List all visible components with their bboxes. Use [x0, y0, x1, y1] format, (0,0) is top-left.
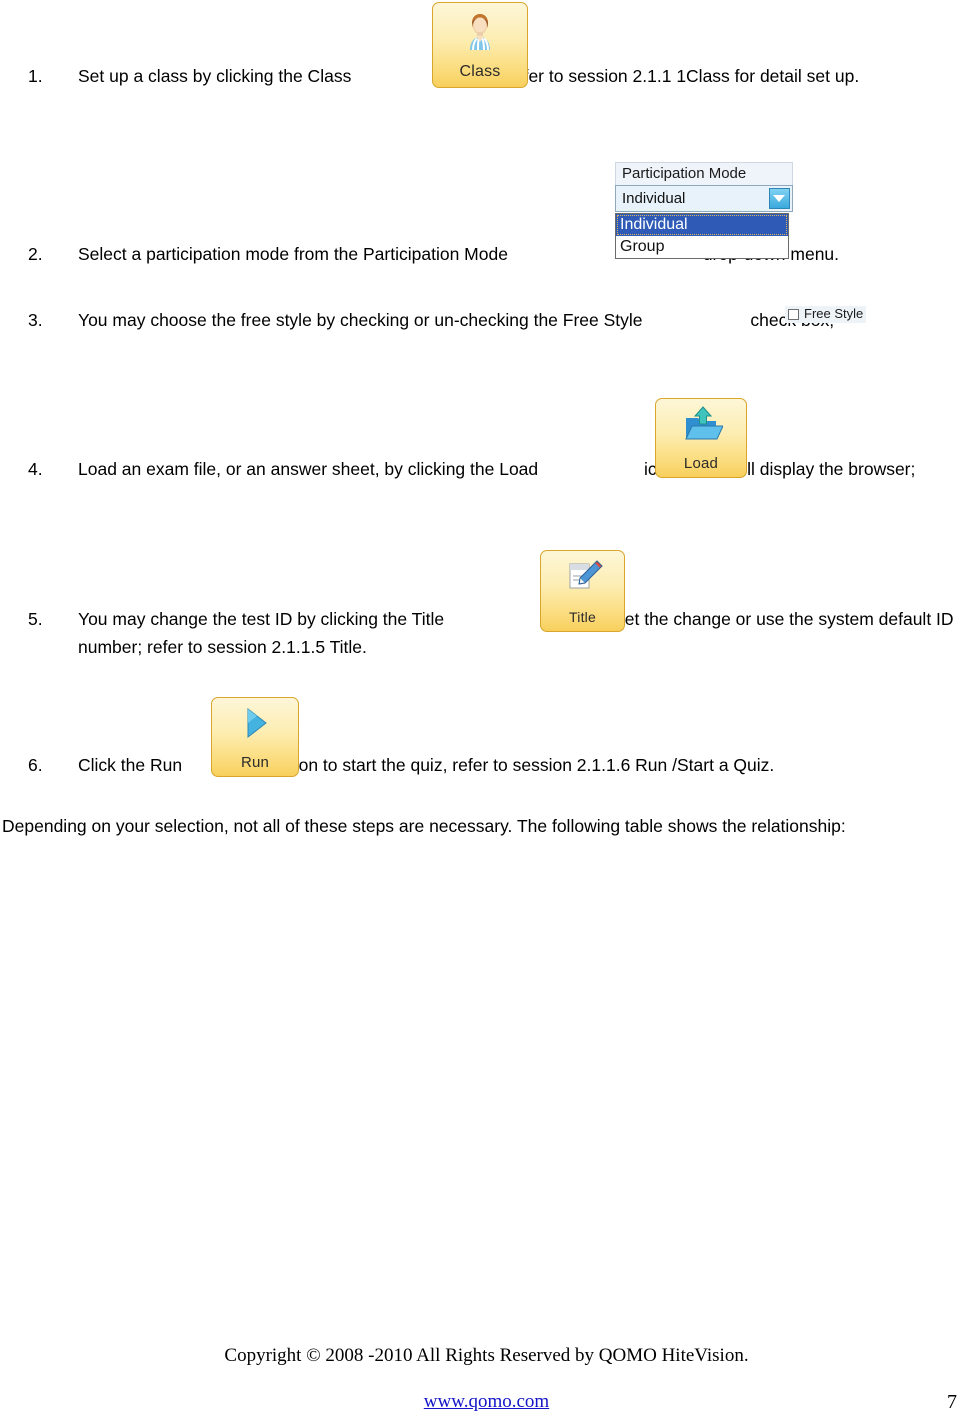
open-folder-upload-icon [656, 405, 746, 449]
footer-website-link[interactable]: www.qomo.com [0, 1390, 973, 1414]
play-triangle-icon [212, 704, 298, 748]
participation-mode-combobox[interactable]: Individual [615, 185, 793, 212]
free-style-checkbox-widget[interactable]: Free Style [785, 306, 867, 323]
class-button-label: Class [459, 63, 501, 80]
step-body: Load an exam file, or an answer sheet, b… [78, 455, 967, 483]
free-style-label: Free Style [804, 306, 864, 321]
step-body: You may change the test ID by clicking t… [78, 605, 967, 661]
step-text-before: Set up a class by clicking the Class [78, 66, 352, 86]
step-number: 6. [28, 755, 43, 775]
chevron-down-icon[interactable] [769, 188, 790, 209]
participation-mode-selected-value: Individual [622, 190, 686, 207]
step-number: 2. [28, 244, 43, 264]
footer-row: www.qomo.com 7 [0, 1390, 973, 1418]
step-number: 3. [28, 310, 43, 330]
page-number: 7 [947, 1391, 957, 1413]
step-number: 5. [28, 609, 43, 629]
participation-mode-option-individual[interactable]: Individual [616, 214, 788, 236]
participation-mode-label: Participation Mode [615, 162, 793, 185]
participation-mode-widget[interactable]: Participation Mode Individual Individual… [601, 162, 801, 259]
list-item-step-4: 4. Load an exam file, or an answer sheet… [0, 455, 973, 483]
step-text-before: You may change the test ID by clicking t… [78, 609, 445, 629]
title-button-label: Title [569, 609, 596, 625]
step-text-before: Load an exam file, or an answer sheet, b… [78, 459, 539, 479]
run-button-label: Run [240, 754, 270, 771]
step-number: 1. [28, 66, 43, 86]
participation-mode-option-group[interactable]: Group [616, 236, 788, 258]
step-text-before: You may choose the free style by checkin… [78, 310, 643, 330]
list-item-step-5: 5. You may change the test ID by clickin… [0, 605, 973, 661]
document-page: 1. Set up a class by clicking the Class … [0, 0, 973, 1419]
load-button-label: Load [683, 455, 719, 472]
step-text-before: Click the Run [78, 755, 183, 775]
load-button[interactable]: Load [655, 398, 747, 478]
step-body: Select a participation mode from the Par… [78, 240, 967, 268]
title-button[interactable]: Title [540, 550, 625, 632]
step-number: 4. [28, 459, 43, 479]
class-button[interactable]: Class [432, 2, 528, 88]
user-avatar-icon [433, 9, 527, 53]
step-text-after: icon to start the quiz, refer to session… [285, 755, 775, 775]
footer-copyright: Copyright © 2008 -2010 All Rights Reserv… [224, 1345, 749, 1366]
note-pencil-icon [541, 557, 624, 601]
closing-paragraph: Depending on your selection, not all of … [2, 816, 846, 836]
participation-mode-option-list[interactable]: Individual Group [615, 213, 789, 259]
run-button[interactable]: Run [211, 697, 299, 777]
checkbox-icon[interactable] [788, 308, 799, 320]
list-item-step-2: 2. Select a participation mode from the … [0, 240, 973, 268]
list-item-step-6: 6. Click the Run icon to start the quiz,… [0, 751, 973, 779]
step-text-before: Select a participation mode from the Par… [78, 244, 508, 264]
